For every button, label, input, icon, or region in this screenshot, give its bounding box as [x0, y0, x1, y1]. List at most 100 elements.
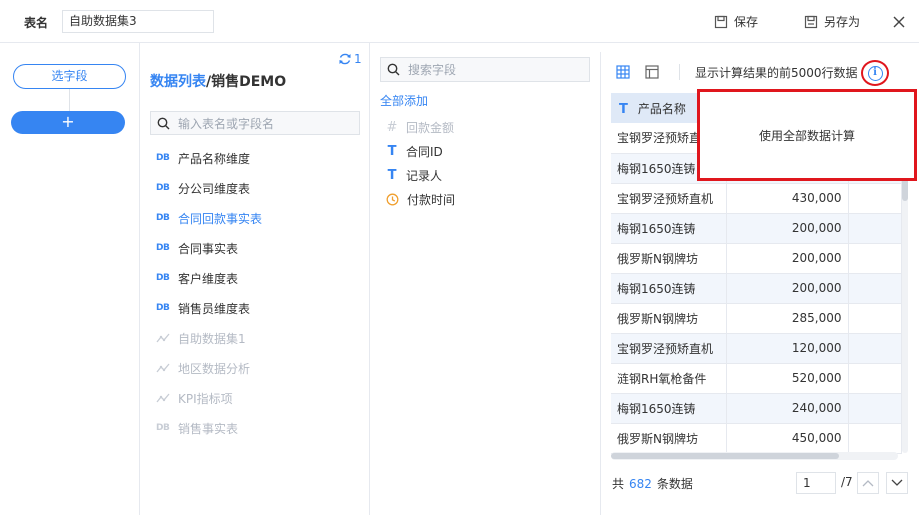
- close-icon[interactable]: [891, 14, 907, 30]
- empty-cell: [848, 303, 902, 334]
- empty-cell: [848, 243, 902, 274]
- page-number-input[interactable]: 1: [796, 472, 836, 494]
- value-cell: 200,000: [726, 273, 849, 304]
- top-bar: 表名 自助数据集3 保存 另存为: [0, 0, 919, 43]
- product-name-cell: 宝钢罗泾预矫直机: [611, 183, 727, 214]
- text-field-icon: T: [387, 143, 397, 159]
- save-label: 保存: [734, 15, 759, 29]
- table-item-label: 地区数据分析: [178, 361, 251, 376]
- table-item-label: KPI指标项: [178, 391, 233, 406]
- database-table-icon: DB: [156, 183, 170, 193]
- row-count-prefix: 共: [612, 477, 625, 491]
- search-icon: [387, 63, 400, 76]
- field-search-placeholder: 搜索字段: [408, 63, 457, 77]
- data-list-link[interactable]: 数据列表: [150, 74, 206, 90]
- select-field-step[interactable]: 选字段: [13, 64, 126, 89]
- add-step-button[interactable]: +: [11, 111, 125, 134]
- table-item-label: 合同事实表: [178, 241, 239, 256]
- empty-cell: [848, 273, 902, 304]
- empty-cell: [848, 363, 902, 394]
- layout-view-icon[interactable]: [645, 65, 659, 79]
- horizontal-scroll-thumb[interactable]: [611, 453, 839, 459]
- table-search-input[interactable]: 输入表名或字段名: [150, 111, 360, 135]
- next-page-button[interactable]: [886, 472, 908, 494]
- refresh-count: 1: [354, 52, 362, 66]
- info-button[interactable]: i: [861, 60, 889, 86]
- data-list-panel: 1 数据列表/销售DEMO 输入表名或字段名 DB 产品名称维度 DB 分公司维度表…: [141, 43, 370, 515]
- save-as-button[interactable]: 另存为: [804, 13, 860, 30]
- field-item-payment-amount: # 回款金额: [386, 115, 455, 139]
- field-item-recorder[interactable]: T 记录人: [386, 163, 455, 187]
- database-table-icon: DB: [156, 423, 170, 433]
- product-name-cell: 宝钢罗泾预矫直机: [611, 333, 727, 364]
- table-row: 梅钢1650连铸 200,000: [611, 213, 902, 244]
- table-item-label: 客户维度表: [178, 271, 239, 286]
- table-item-region-analysis: 地区数据分析: [156, 353, 366, 383]
- table-row: 俄罗斯N钢牌坊 285,000: [611, 303, 902, 334]
- table-item-contract-payment-fact[interactable]: DB 合同回款事实表: [156, 203, 366, 233]
- table-row: 俄罗斯N钢牌坊 200,000: [611, 243, 902, 274]
- table-name-input[interactable]: 自助数据集3: [62, 10, 214, 33]
- info-icon: i: [867, 65, 883, 81]
- row-count-suffix: 条数据: [656, 477, 693, 491]
- field-item-label: 回款金额: [406, 120, 455, 135]
- field-panel: 搜索字段 全部添加 # 回款金额 T 合同ID T 记录人 付款时间: [371, 43, 600, 515]
- empty-cell: [848, 333, 902, 364]
- prev-page-button[interactable]: [857, 472, 879, 494]
- table-item-customer-dim[interactable]: DB 客户维度表: [156, 263, 366, 293]
- table-item-salesperson-dim[interactable]: DB 销售员维度表: [156, 293, 366, 323]
- step-rail: 选字段 +: [0, 43, 140, 515]
- chevron-down-icon: [891, 479, 903, 486]
- value-cell: 200,000: [726, 243, 849, 274]
- table-row: 梅钢1650连铸 240,000: [611, 393, 902, 424]
- product-name-cell: 梅钢1650连铸: [611, 393, 727, 424]
- save-button[interactable]: 保存: [714, 13, 758, 30]
- table-item-contract-fact[interactable]: DB 合同事实表: [156, 233, 366, 263]
- column-header-label: 产品名称: [637, 101, 686, 116]
- table-row: 梅钢1650连铸 200,000: [611, 273, 902, 304]
- use-all-data-popup[interactable]: 使用全部数据计算: [697, 89, 917, 181]
- database-table-icon: DB: [156, 153, 170, 163]
- table-name-label: 表名: [24, 16, 49, 30]
- date-field-icon: [386, 193, 399, 205]
- field-item-contract-id[interactable]: T 合同ID: [386, 139, 455, 163]
- use-all-data-option[interactable]: 使用全部数据计算: [759, 127, 855, 144]
- refresh-icon: [339, 53, 351, 65]
- value-cell: 450,000: [726, 423, 849, 454]
- product-name-cell: 涟钢RH氧枪备件: [611, 363, 727, 394]
- empty-cell: [848, 393, 902, 424]
- table-item-kpi: KPI指标项: [156, 383, 366, 413]
- value-cell: 430,000: [726, 183, 849, 214]
- table-search-placeholder: 输入表名或字段名: [178, 116, 275, 131]
- table-item-branch-dim[interactable]: DB 分公司维度表: [156, 173, 366, 203]
- table-view-icon[interactable]: [616, 65, 630, 79]
- product-name-cell: 俄罗斯N钢牌坊: [611, 303, 727, 334]
- table-item-label: 合同回款事实表: [178, 211, 263, 226]
- table-item-label: 销售员维度表: [178, 301, 251, 316]
- row-count-value: 682: [629, 477, 652, 491]
- page-total: /7: [841, 475, 853, 489]
- refresh-button[interactable]: 1: [338, 52, 362, 66]
- product-name-cell: 俄罗斯N钢牌坊: [611, 243, 727, 274]
- product-name-cell: 梅钢1650连铸: [611, 273, 727, 304]
- toolbar-divider: [679, 64, 680, 80]
- empty-cell: [848, 213, 902, 244]
- value-cell: 120,000: [726, 333, 849, 364]
- field-item-label: 付款时间: [407, 192, 456, 207]
- preview-row-limit-note: 显示计算结果的前5000行数据: [695, 66, 858, 80]
- table-item-label: 分公司维度表: [178, 181, 251, 196]
- horizontal-scrollbar[interactable]: [611, 452, 898, 460]
- package-name: 销售DEMO: [211, 74, 287, 90]
- field-search-input[interactable]: 搜索字段: [380, 57, 590, 82]
- field-item-payment-time[interactable]: 付款时间: [386, 187, 455, 211]
- field-item-label: 合同ID: [406, 144, 443, 159]
- table-item-product-dim[interactable]: DB 产品名称维度: [156, 143, 366, 173]
- add-all-fields-link[interactable]: 全部添加: [380, 92, 428, 109]
- chevron-up-icon: [862, 480, 874, 487]
- table-item-label: 自助数据集1: [178, 331, 246, 346]
- data-list-breadcrumb: 数据列表/销售DEMO: [150, 71, 286, 91]
- table-item-sales-fact: DB 销售事实表: [156, 413, 366, 443]
- row-count-summary: 共 682 条数据: [612, 475, 693, 492]
- table-row: 宝钢罗泾预矫直机 120,000: [611, 333, 902, 364]
- text-field-icon: T: [387, 167, 397, 183]
